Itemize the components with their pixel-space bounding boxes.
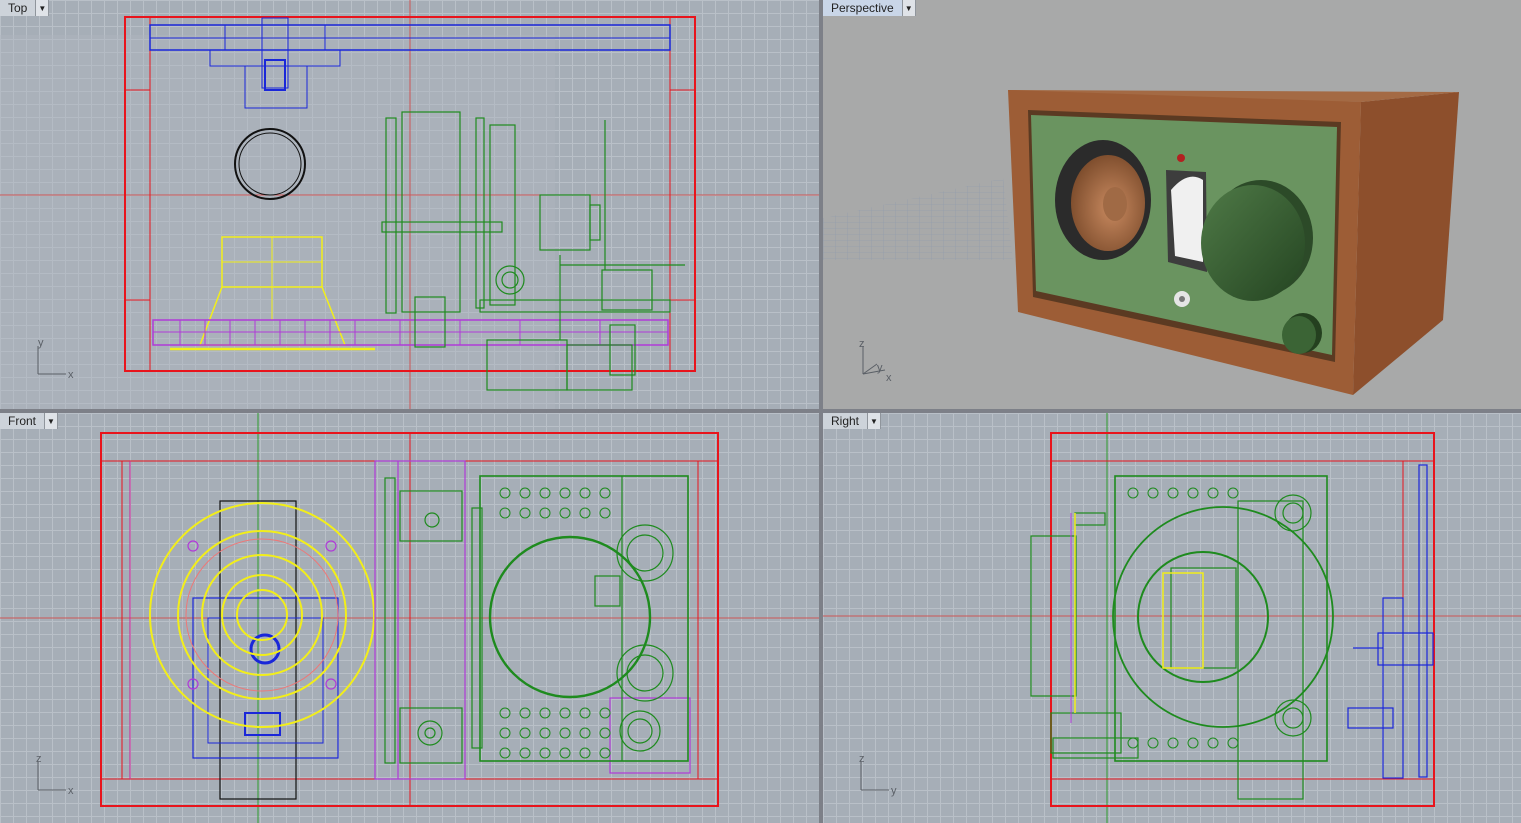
chevron-down-icon[interactable]: ▼ <box>45 413 59 429</box>
viewport-label-perspective[interactable]: Perspective ▼ <box>823 0 916 16</box>
chevron-down-icon[interactable]: ▼ <box>868 413 882 429</box>
top-axis-x: x <box>68 369 74 381</box>
front-axis-z: z <box>36 753 42 765</box>
chevron-down-icon[interactable]: ▼ <box>902 0 916 16</box>
right-axis-y: y <box>891 785 897 797</box>
viewport-title-perspective[interactable]: Perspective <box>823 0 903 16</box>
right-axis-z: z <box>859 753 865 765</box>
front-axis-indicator <box>37 762 66 791</box>
right-view-wireframe: z y <box>823 413 1521 823</box>
front-axis-x: x <box>68 785 74 797</box>
right-axis-indicator <box>860 762 889 791</box>
viewport-right[interactable]: z y Right ▼ <box>823 413 1521 823</box>
viewport-label-front[interactable]: Front ▼ <box>0 413 59 429</box>
persp-axis-z: z <box>859 338 865 350</box>
persp-axis-y: y <box>877 362 883 374</box>
viewport-label-top[interactable]: Top ▼ <box>0 0 50 16</box>
viewport-label-right[interactable]: Right ▼ <box>823 413 882 429</box>
viewport-title-front[interactable]: Front <box>0 413 46 429</box>
viewport-perspective[interactable]: z y x Perspective ▼ <box>823 0 1521 409</box>
front-view-wireframe: z x <box>0 413 819 823</box>
top-axis-y: y <box>38 337 44 349</box>
top-view-wireframe: y x <box>0 0 819 409</box>
perspective-render: z y x <box>823 90 1459 395</box>
persp-axis-x: x <box>886 372 892 384</box>
viewport-title-right[interactable]: Right <box>823 413 869 429</box>
viewport-top[interactable]: y x Top ▼ <box>0 0 819 409</box>
chevron-down-icon[interactable]: ▼ <box>36 0 50 16</box>
viewport-title-top[interactable]: Top <box>0 0 37 16</box>
viewport-front[interactable]: z x Front ▼ <box>0 413 819 823</box>
